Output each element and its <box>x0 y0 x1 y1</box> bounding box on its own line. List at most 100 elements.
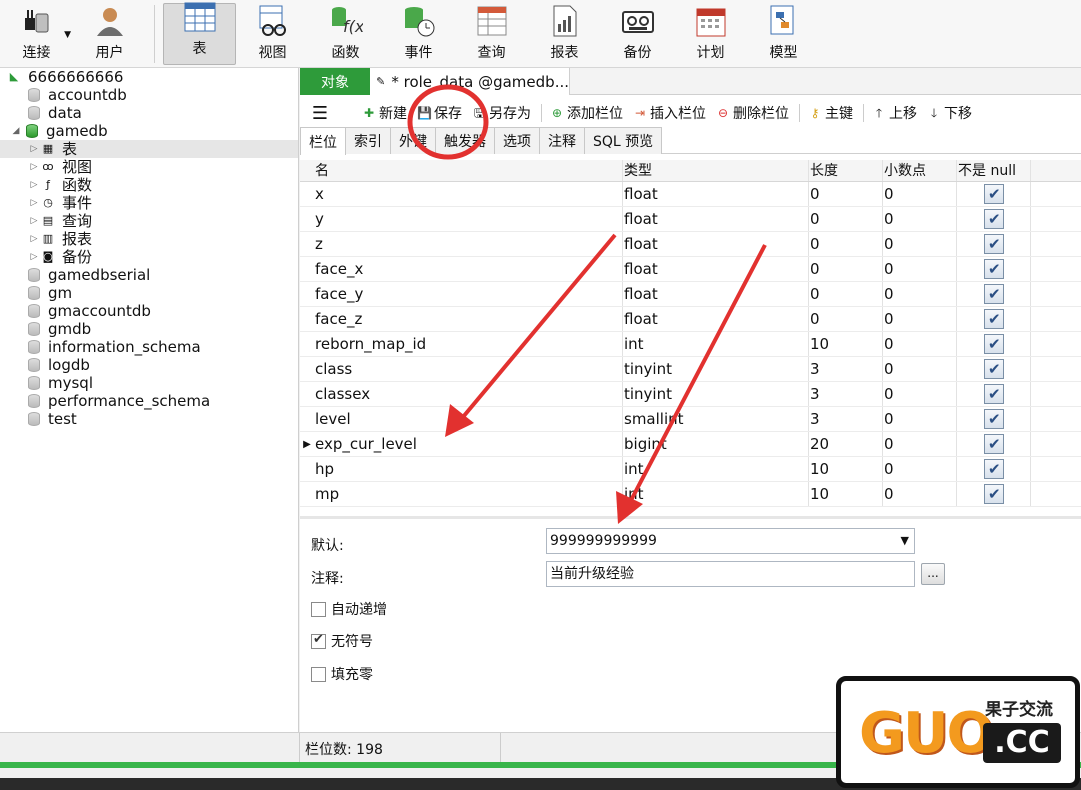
field-decimals-cell[interactable]: 0 <box>883 382 957 406</box>
not-null-checkbox[interactable] <box>984 482 1004 507</box>
toolbar-report-button[interactable]: 报表 <box>528 0 601 68</box>
field-length-cell[interactable]: 0 <box>809 282 883 306</box>
primary-key-button[interactable]: ⚷ 主键 <box>808 103 853 123</box>
tree-db-item[interactable]: test <box>0 410 298 428</box>
field-type-cell[interactable]: int <box>623 482 809 506</box>
add-field-button[interactable]: ⊕ 添加栏位 <box>550 103 623 123</box>
grid-header-not-null[interactable]: 不是 null <box>957 160 1031 181</box>
tree-db-item[interactable]: accountdb <box>0 86 298 104</box>
not-null-checkbox[interactable] <box>984 182 1004 207</box>
zerofill-box[interactable] <box>311 666 326 682</box>
field-type-cell[interactable]: tinyint <box>623 357 809 381</box>
field-type-cell[interactable]: int <box>623 457 809 481</box>
tree-object-folder[interactable]: ▷ ▤ 查询 <box>0 212 298 230</box>
table-row[interactable]: x float 0 0 <box>300 182 1081 207</box>
not-null-checkbox[interactable] <box>984 357 1004 382</box>
field-length-cell[interactable]: 0 <box>809 257 883 281</box>
toolbar-backup-button[interactable]: 备份 <box>601 0 674 68</box>
not-null-checkbox[interactable] <box>984 457 1004 482</box>
tree-expand-icon[interactable]: ▷ <box>28 176 40 194</box>
field-name-cell[interactable]: reborn_map_id <box>314 332 623 356</box>
field-length-cell[interactable]: 3 <box>809 382 883 406</box>
default-value-combobox[interactable]: 999999999999 ▼ <box>546 528 915 554</box>
table-row[interactable]: face_y float 0 0 <box>300 282 1081 307</box>
toolbar-user-button[interactable]: 用户 <box>73 0 146 68</box>
subtab-item[interactable]: 外键 <box>390 127 436 154</box>
table-row[interactable]: face_z float 0 0 <box>300 307 1081 332</box>
menu-icon[interactable]: ☰ <box>300 103 340 124</box>
tree-db-item[interactable]: gamedbserial <box>0 266 298 284</box>
tree-collapse-icon[interactable]: ◢ <box>10 122 22 140</box>
not-null-checkbox[interactable] <box>984 307 1004 332</box>
field-type-cell[interactable]: smallint <box>623 407 809 431</box>
grid-header-type[interactable]: 类型 <box>623 160 809 181</box>
subtab-item[interactable]: 栏位 <box>300 127 346 155</box>
not-null-checkbox[interactable] <box>984 382 1004 407</box>
field-decimals-cell[interactable]: 0 <box>883 207 957 231</box>
zerofill-checkbox[interactable]: 填充零 <box>311 664 373 684</box>
field-name-cell[interactable]: classex <box>314 382 623 406</box>
tree-db-item[interactable]: logdb <box>0 356 298 374</box>
grid-header-name[interactable]: 名 <box>314 160 623 181</box>
field-decimals-cell[interactable]: 0 <box>883 182 957 206</box>
field-length-cell[interactable]: 3 <box>809 357 883 381</box>
comment-input[interactable]: 当前升级经验 <box>546 561 915 587</box>
field-decimals-cell[interactable]: 0 <box>883 282 957 306</box>
field-decimals-cell[interactable]: 0 <box>883 482 957 506</box>
delete-field-button[interactable]: ⊖ 删除栏位 <box>716 103 789 123</box>
table-row[interactable]: y float 0 0 <box>300 207 1081 232</box>
field-length-cell[interactable]: 10 <box>809 457 883 481</box>
field-type-cell[interactable]: int <box>623 332 809 356</box>
subtab-item[interactable]: 索引 <box>345 127 391 154</box>
tree-expand-icon[interactable]: ▷ <box>28 248 40 266</box>
not-null-checkbox[interactable] <box>984 332 1004 357</box>
tab-objects[interactable]: 对象 <box>300 68 370 95</box>
tree-expand-icon[interactable]: ▷ <box>28 230 40 248</box>
toolbar-event-button[interactable]: 事件 <box>382 0 455 68</box>
tab-table-design[interactable]: ✎ * role_data @gamedb... <box>370 68 570 95</box>
field-type-cell[interactable]: float <box>623 207 809 231</box>
tree-object-folder[interactable]: ▷ ƒ 函数 <box>0 176 298 194</box>
chevron-down-icon[interactable]: ▼ <box>64 30 71 40</box>
move-down-button[interactable]: 🡓 下移 <box>927 103 972 123</box>
chevron-down-icon[interactable]: ▼ <box>901 529 909 553</box>
field-length-cell[interactable]: 0 <box>809 182 883 206</box>
not-null-checkbox[interactable] <box>984 407 1004 432</box>
tree-object-folder[interactable]: ▷ ◙ 备份 <box>0 248 298 266</box>
table-row[interactable]: hp int 10 0 <box>300 457 1081 482</box>
subtab-item[interactable]: SQL 预览 <box>584 127 663 154</box>
table-row[interactable]: class tinyint 3 0 <box>300 357 1081 382</box>
field-length-cell[interactable]: 10 <box>809 482 883 506</box>
field-decimals-cell[interactable]: 0 <box>883 357 957 381</box>
field-decimals-cell[interactable]: 0 <box>883 307 957 331</box>
tree-object-folder[interactable]: ▷ ꝏ 视图 <box>0 158 298 176</box>
subtab-item[interactable]: 注释 <box>539 127 585 154</box>
field-name-cell[interactable]: face_z <box>314 307 623 331</box>
tree-connection[interactable]: ◣ 6666666666 <box>0 68 298 86</box>
comment-more-button[interactable]: ... <box>921 563 945 585</box>
field-type-cell[interactable]: float <box>623 232 809 256</box>
field-length-cell[interactable]: 20 <box>809 432 883 456</box>
not-null-checkbox[interactable] <box>984 207 1004 232</box>
field-name-cell[interactable]: exp_cur_level <box>314 432 623 456</box>
tree-expand-icon[interactable]: ▷ <box>28 212 40 230</box>
field-length-cell[interactable]: 0 <box>809 207 883 231</box>
field-type-cell[interactable]: float <box>623 257 809 281</box>
tree-expand-icon[interactable]: ▷ <box>28 158 40 176</box>
field-name-cell[interactable]: z <box>314 232 623 256</box>
field-type-cell[interactable]: float <box>623 182 809 206</box>
tree-expand-icon[interactable]: ▷ <box>28 140 40 158</box>
field-decimals-cell[interactable]: 0 <box>883 332 957 356</box>
toolbar-connect-button[interactable]: 连接 ▼ <box>0 0 73 68</box>
field-name-cell[interactable]: level <box>314 407 623 431</box>
not-null-checkbox[interactable] <box>984 232 1004 257</box>
toolbar-schedule-button[interactable]: 计划 <box>674 0 747 68</box>
toolbar-table-button[interactable]: 表 <box>163 2 236 65</box>
tree-object-folder[interactable]: ▷ ▥ 报表 <box>0 230 298 248</box>
field-decimals-cell[interactable]: 0 <box>883 232 957 256</box>
not-null-checkbox[interactable] <box>984 282 1004 307</box>
not-null-checkbox[interactable] <box>984 257 1004 282</box>
not-null-checkbox[interactable] <box>984 432 1004 457</box>
field-length-cell[interactable]: 0 <box>809 307 883 331</box>
field-name-cell[interactable]: class <box>314 357 623 381</box>
